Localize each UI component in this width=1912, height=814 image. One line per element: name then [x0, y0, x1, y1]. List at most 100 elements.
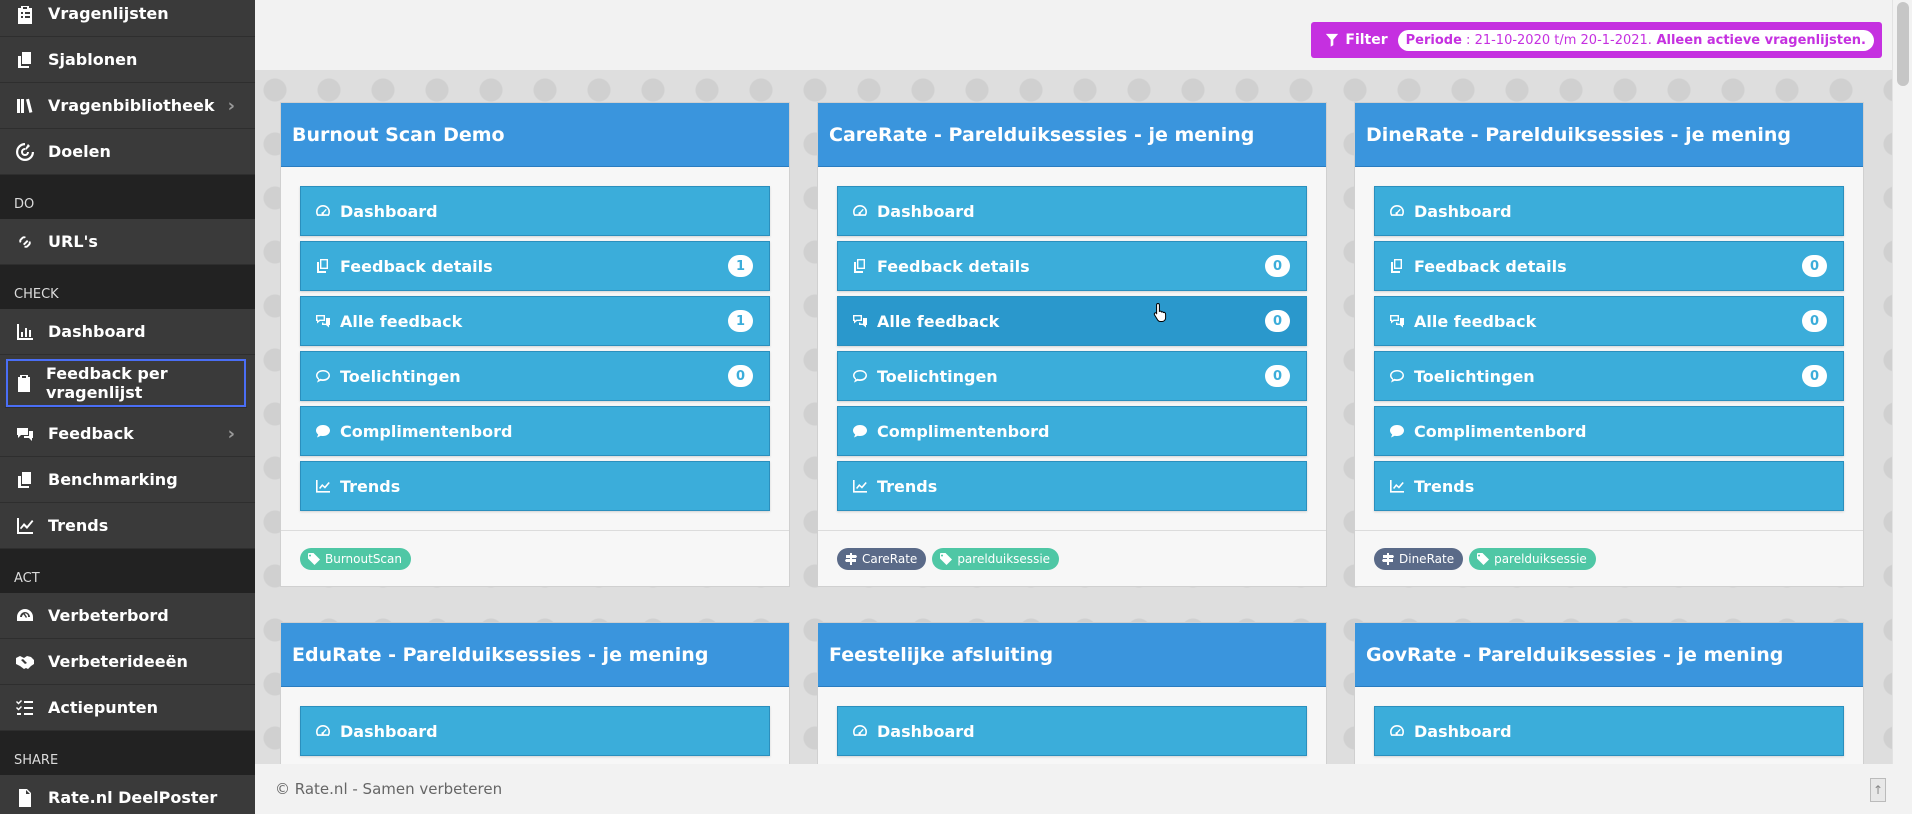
row-label: Feedback details: [340, 256, 493, 276]
feedback-details-button[interactable]: Feedback details 1: [300, 241, 770, 291]
dashboard-icon: [315, 202, 333, 220]
trends-button[interactable]: Trends: [837, 461, 1307, 511]
card-body: Dashboard: [818, 687, 1326, 764]
tag-label: CareRate: [862, 551, 918, 566]
pdf-icon: [14, 787, 36, 809]
dashboard-button[interactable]: Dashboard: [1374, 706, 1844, 756]
tag-badge[interactable]: parelduiksessie: [1469, 547, 1596, 570]
comments-icon: [1389, 312, 1407, 330]
trends-button[interactable]: Trends: [1374, 461, 1844, 511]
sidebar-item-label: Vragenlijsten: [48, 4, 169, 23]
row-label: Dashboard: [1414, 201, 1512, 221]
tag-badge[interactable]: BurnoutScan: [300, 547, 411, 570]
dashboard-button[interactable]: Dashboard: [837, 186, 1307, 236]
card-title: Burnout Scan Demo: [281, 103, 789, 167]
sidebar-item-rate-nl-deelposter[interactable]: Rate.nl DeelPoster: [0, 775, 255, 814]
sidebar-item-vragenbibliotheek[interactable]: Vragenbibliotheek ›: [0, 83, 255, 129]
filter-label: Filter: [1345, 32, 1388, 48]
sidebar-item-verbeteridee-n[interactable]: Verbeterideeën: [0, 639, 255, 685]
sidebar-item-actiepunten[interactable]: Actiepunten: [0, 685, 255, 731]
tag-badge[interactable]: DineRate: [1374, 547, 1464, 570]
complimentenbord-button[interactable]: Complimentenbord: [1374, 406, 1844, 456]
list-check-icon: [14, 697, 36, 719]
complimentenbord-button[interactable]: Complimentenbord: [300, 406, 770, 456]
sidebar-item-doelen[interactable]: Doelen: [0, 129, 255, 175]
dashboard-button[interactable]: Dashboard: [300, 706, 770, 756]
complimentenbord-button[interactable]: Complimentenbord: [837, 406, 1307, 456]
row-label: Alle feedback: [877, 311, 1000, 331]
row-label: Complimentenbord: [340, 421, 513, 441]
toelichtingen-button[interactable]: Toelichtingen 0: [837, 351, 1307, 401]
toelichtingen-button[interactable]: Toelichtingen 0: [1374, 351, 1844, 401]
sidebar-item-label: Trends: [48, 516, 109, 535]
chevron-right-icon: ›: [227, 423, 235, 444]
row-label: Dashboard: [340, 201, 438, 221]
questionnaire-card: CareRate - Parelduiksessies - je mening D…: [817, 102, 1327, 587]
trends-button[interactable]: Trends: [300, 461, 770, 511]
dashboard-icon: [1389, 202, 1407, 220]
filter-summary-pill: Periode : 21-10-2020 t/m 20-1-2021. Alle…: [1397, 29, 1874, 51]
sidebar-item-trends[interactable]: Trends: [0, 503, 255, 549]
sidebar-item-vragenlijsten[interactable]: Vragenlijsten: [0, 0, 255, 37]
alle-feedback-button[interactable]: Alle feedback 0: [1374, 296, 1844, 346]
card-tags: DineRate parelduiksessie: [1355, 530, 1863, 586]
tag-label: DineRate: [1399, 551, 1455, 566]
sidebar-item-dashboard[interactable]: Dashboard: [0, 309, 255, 355]
comment-icon: [315, 367, 333, 385]
signpost-icon: [845, 552, 857, 565]
tag-badge[interactable]: CareRate: [837, 547, 927, 570]
sidebar: Vragenlijsten Sjablonen Vragenbibliotheek ›…: [0, 0, 255, 814]
dashboard-button[interactable]: Dashboard: [1374, 186, 1844, 236]
page-scrollbar[interactable]: [1892, 0, 1912, 764]
top-bar: Filter Periode : 21-10-2020 t/m 20-1-202…: [255, 8, 1912, 70]
sidebar-item-benchmarking[interactable]: Benchmarking: [0, 457, 255, 503]
card-title: GovRate - Parelduiksessies - je mening: [1355, 623, 1863, 687]
copy-icon: [14, 49, 36, 71]
sidebar-item-label: URL's: [48, 232, 98, 251]
sidebar-item-label: Feedback per vragenlijst: [46, 363, 168, 402]
sidebar-item-label: Verbeterideeën: [48, 652, 188, 671]
tag-icon: [940, 552, 953, 565]
tag-label: BurnoutScan: [325, 551, 402, 566]
feedback-details-button[interactable]: Feedback details 0: [837, 241, 1307, 291]
sidebar-group-do: URL's: [0, 219, 255, 265]
tag-icon: [308, 552, 320, 565]
sidebar-item-verbeterbord[interactable]: Verbeterbord: [0, 593, 255, 639]
questionnaire-card: Feestelijke afsluiting Dashboard: [817, 622, 1327, 764]
sidebar-item-label: Dashboard: [48, 322, 146, 341]
sidebar-item-sjablonen[interactable]: Sjablonen: [0, 37, 255, 83]
sidebar-section-check: CHECK: [0, 265, 255, 309]
scrollbar-thumb[interactable]: [1897, 2, 1909, 86]
card-title: CareRate - Parelduiksessies - je mening: [818, 103, 1326, 167]
feedback-details-button[interactable]: Feedback details 0: [1374, 241, 1844, 291]
sidebar-item-feedback[interactable]: Feedback ›: [0, 411, 255, 457]
sidebar-item-label: Sjablonen: [48, 50, 138, 69]
sidebar-item-url-s[interactable]: URL's: [0, 219, 255, 265]
sidebar-item-label: Rate.nl DeelPoster: [48, 788, 218, 807]
questionnaire-card: Burnout Scan Demo Dashboard Feedback detai…: [280, 102, 790, 587]
filter-button[interactable]: Filter Periode : 21-10-2020 t/m 20-1-202…: [1311, 22, 1882, 58]
count-badge: 0: [1802, 310, 1827, 332]
tag-badge[interactable]: parelduiksessie: [932, 547, 1060, 570]
toelichtingen-button[interactable]: Toelichtingen 0: [300, 351, 770, 401]
count-badge: 0: [1265, 255, 1290, 277]
comment-solid-icon: [852, 422, 870, 440]
line-chart-icon: [315, 477, 333, 495]
dashboard-icon: [14, 605, 36, 627]
scroll-to-top-button[interactable]: ↑: [1870, 778, 1886, 802]
dashboard-button[interactable]: Dashboard: [837, 706, 1307, 756]
dashboard-button[interactable]: Dashboard: [300, 186, 770, 236]
alle-feedback-button[interactable]: Alle feedback 0: [837, 296, 1307, 346]
sidebar-item-feedback-per-vragenlijst[interactable]: Feedback per vragenlijst: [5, 358, 247, 408]
row-label: Toelichtingen: [877, 366, 998, 386]
count-badge: 1: [728, 255, 753, 277]
sidebar-item-label: Vragenbibliotheek: [48, 96, 215, 115]
line-chart-icon: [1389, 477, 1407, 495]
card-body: Dashboard Feedback details 1 Alle feedback 1…: [281, 167, 789, 530]
handshake-icon: [14, 651, 36, 673]
alle-feedback-button[interactable]: Alle feedback 1: [300, 296, 770, 346]
copy-icon: [315, 257, 333, 275]
chart-icon: [14, 321, 36, 343]
dashboard-icon: [315, 722, 333, 740]
sidebar-section-share: SHARE: [0, 731, 255, 775]
